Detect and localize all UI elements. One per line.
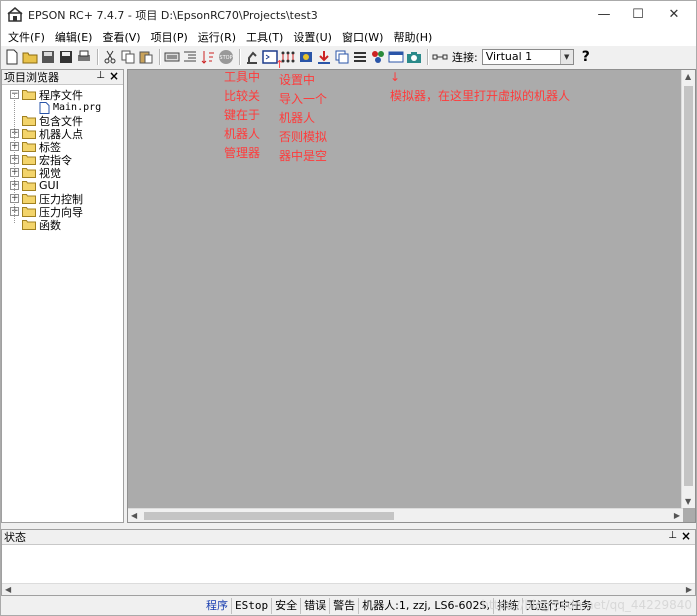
help-icon[interactable]: ? [582,49,594,65]
menu-help[interactable]: 帮助(H) [389,29,436,45]
scroll-left-icon[interactable]: ◀ [5,585,11,594]
folder-icon [22,142,36,152]
close-button[interactable]: ✕ [651,1,697,28]
scroll-left-icon[interactable]: ◀ [131,511,137,520]
toolbar-separator [239,49,241,65]
annotation-tools: 工具中 比较关 键在于 机器人 管理器 [224,70,261,160]
statusbar-safety: 安全 [272,598,302,614]
app-window: EPSON RC+ 7.4.7 - 项目 D:\EpsonRC70\Projec… [0,0,697,616]
status-horizontal-scrollbar[interactable]: ◀ ▶ [2,583,695,595]
menu-project[interactable]: 项目(P) [147,29,192,45]
annotation-simulator: ↓ 模拟器，在这里打开虚拟的机器人 [390,70,571,103]
app-icon [7,6,23,22]
folder-icon [22,129,36,139]
toolbar-separator [427,49,429,65]
toolbar-separator [97,49,99,65]
statusbar-robot: 机器人:1, zzj, LS6-602S, [359,598,494,614]
horizontal-scrollbar[interactable]: ◀ ▶ [128,508,683,522]
new-file-icon[interactable] [4,49,20,65]
folder-icon [22,220,36,230]
chevron-down-icon[interactable]: ▼ [559,50,573,64]
tree-item[interactable]: 函数 [10,218,61,232]
menu-file[interactable]: 文件(F) [4,29,49,45]
horizontal-scroll-thumb[interactable] [144,512,394,520]
tree-connector-line [14,94,15,223]
task-manager-icon[interactable] [334,49,350,65]
folder-icon [22,207,36,217]
scroll-right-icon[interactable]: ▶ [674,511,680,520]
folder-icon [22,116,36,126]
cut-icon[interactable] [102,49,118,65]
simulator-icon[interactable] [370,49,386,65]
menu-bar: 文件(F) 编辑(E) 查看(V) 项目(P) 运行(R) 工具(T) 设置(U… [1,28,696,46]
save-icon[interactable] [58,49,74,65]
window-icon[interactable] [388,49,404,65]
project-browser-panel: 项目浏览器 ⊥ × − 程序文件 Main.prg 包含文件 + 机器人点 + 标签 + 宏指令 +… [1,69,124,523]
svg-text:STOP: STOP [219,55,232,61]
tree-item-label: 函数 [39,218,61,232]
toolbar-separator [159,49,161,65]
statusbar-program: 程序 [203,598,232,614]
robot-manager-icon[interactable] [244,49,260,65]
status-title: 状态 [4,531,26,544]
toolbar: STOP 连接: Virtual 1 ▼ ? [1,46,696,68]
folder-open-icon [22,90,36,100]
watermark-text: https://blog.csdn.net/qq_44229840 [481,598,692,612]
status-header: 状态 ⊥ × [2,529,695,545]
tree-item[interactable]: − 程序文件 [10,88,83,102]
close-icon[interactable]: × [109,69,119,83]
tree-item-label: Main.prg [53,102,102,113]
vertical-scroll-thumb[interactable] [684,86,693,486]
window-title: EPSON RC+ 7.4.7 - 项目 D:\EpsonRC70\Projec… [28,8,318,22]
download-icon[interactable] [316,49,332,65]
pin-icon[interactable]: ⊥ [668,530,677,541]
tree-item[interactable]: + 视觉 [10,166,61,180]
connection-select-value: Virtual 1 [485,50,533,63]
connection-icon [432,54,448,60]
connection-select[interactable]: Virtual 1 ▼ [481,49,574,65]
menu-setup[interactable]: 设置(U) [289,29,336,45]
close-icon[interactable]: × [681,529,691,543]
statusbar-warning: 警告 [330,598,360,614]
menu-window[interactable]: 窗口(W) [338,29,387,45]
vision-icon[interactable] [298,49,314,65]
print-icon[interactable] [76,49,92,65]
camera-icon[interactable] [406,49,422,65]
scroll-right-icon[interactable]: ▶ [686,585,692,594]
menu-tools[interactable]: 工具(T) [242,29,287,45]
save-all-icon[interactable] [40,49,56,65]
menu-view[interactable]: 查看(V) [98,29,144,45]
folder-icon [22,168,36,178]
list-icon[interactable] [352,49,368,65]
vertical-scrollbar[interactable]: ▲ ▼ [681,70,695,508]
keyboard-icon[interactable] [164,49,180,65]
paste-icon[interactable] [138,49,154,65]
open-folder-icon[interactable] [22,49,38,65]
workspace-area: 工具中 比较关 键在于 机器人 管理器 ↑ 设置中 导入一个 机器人 否则模拟 … [127,58,696,523]
statusbar-estop: EStop [232,598,273,614]
menu-edit[interactable]: 编辑(E) [51,29,97,45]
indent-icon[interactable] [182,49,198,65]
project-browser-title: 项目浏览器 [4,71,59,84]
sort-icon[interactable] [200,49,216,65]
pin-icon[interactable]: ⊥ [96,70,105,81]
menu-run[interactable]: 运行(R) [194,29,240,45]
statusbar-error: 错误 [301,598,331,614]
folder-icon [22,155,36,165]
project-browser-header: 项目浏览器 ⊥ × [2,69,123,85]
folder-icon [22,181,36,191]
copy-icon[interactable] [120,49,136,65]
annotation-setup: 设置中 导入一个 机器人 否则模拟 器中是空 [279,73,328,163]
title-bar: EPSON RC+ 7.4.7 - 项目 D:\EpsonRC70\Projec… [1,1,696,28]
folder-icon [22,194,36,204]
connection-label: 连接: [452,51,478,64]
stop-icon[interactable]: STOP [218,49,234,65]
status-panel: 状态 ⊥ × ◀ ▶ [1,529,696,596]
scroll-down-icon[interactable]: ▼ [685,497,691,506]
scroll-up-icon[interactable]: ▲ [685,72,691,81]
